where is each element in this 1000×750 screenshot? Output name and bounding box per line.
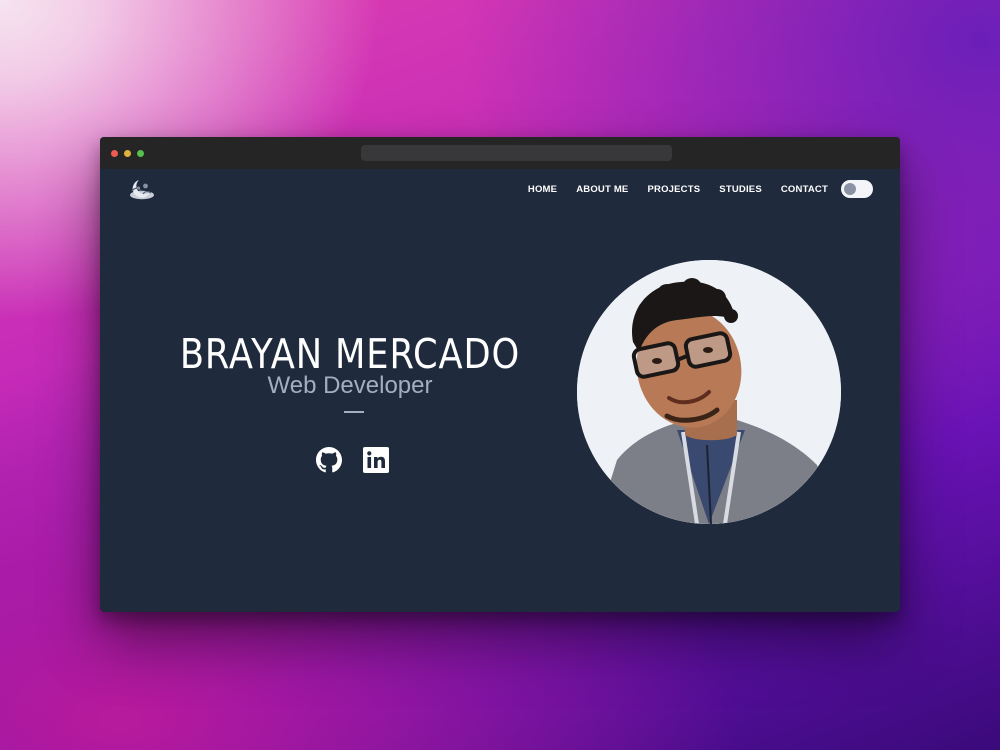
- hero-name: BRAYAN MERCADO: [179, 330, 521, 379]
- profile-photo-illustration: [577, 260, 841, 524]
- theme-toggle-knob: [844, 183, 856, 195]
- nav-link-about-me[interactable]: ABOUT ME: [576, 184, 628, 195]
- moon-logo-icon[interactable]: [128, 177, 156, 201]
- minimize-window-button[interactable]: [124, 150, 131, 157]
- nav-link-contact[interactable]: CONTACT: [781, 184, 828, 195]
- window-titlebar: [100, 137, 900, 169]
- hero-role: Web Developer: [267, 372, 433, 399]
- hero-divider: [344, 411, 364, 413]
- nav-link-home[interactable]: HOME: [528, 184, 557, 195]
- address-bar[interactable]: [361, 145, 672, 161]
- theme-toggle[interactable]: [841, 180, 873, 198]
- site-navbar: HOME ABOUT ME PROJECTS STUDIES CONTACT: [100, 169, 900, 209]
- github-icon[interactable]: [316, 447, 342, 473]
- browser-window: HOME ABOUT ME PROJECTS STUDIES CONTACT B…: [100, 137, 900, 612]
- nav-links: HOME ABOUT ME PROJECTS STUDIES CONTACT: [528, 169, 828, 209]
- linkedin-icon[interactable]: [363, 447, 389, 473]
- profile-photo: [577, 260, 841, 524]
- nav-link-studies[interactable]: STUDIES: [719, 184, 762, 195]
- zoom-window-button[interactable]: [137, 150, 144, 157]
- nav-link-projects[interactable]: PROJECTS: [647, 184, 700, 195]
- close-window-button[interactable]: [111, 150, 118, 157]
